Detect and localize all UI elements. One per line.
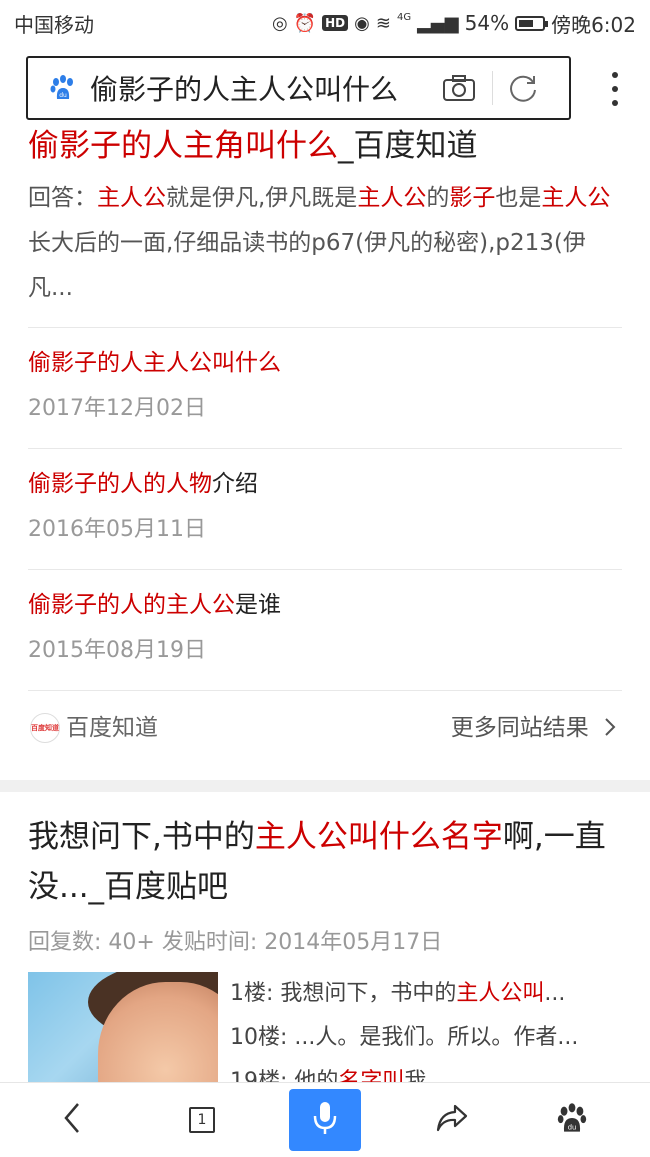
highlight-text: 影子 <box>449 185 496 211</box>
more-site-results-label: 更多同站结果 <box>450 715 589 741</box>
highlight-text: 偷影子的人主人公叫什么 <box>28 350 281 376</box>
search-input[interactable]: 偷影子的人主人公叫什么 <box>90 68 420 108</box>
carrier-label: 中国移动 <box>14 12 94 37</box>
plain-text: 10楼: ...人。是我们。所以。作者... <box>230 1025 579 1050</box>
result-title[interactable]: 我想问下,书中的主人公叫什么名字啊,一直没..._百度贴吧 <box>28 812 622 912</box>
highlight-text: 偷影子的人主角叫什么 <box>28 128 338 164</box>
sub-result-date: 2017年12月02日 <box>28 396 206 421</box>
search-divider <box>492 71 493 105</box>
highlight-text: 主人公叫 <box>456 981 545 1006</box>
floor-item[interactable]: 1楼: 我想问下，书中的主人公叫... <box>230 972 622 1016</box>
plain-text: 也是 <box>495 185 542 211</box>
search-box[interactable]: du 偷影子的人主人公叫什么 <box>26 56 571 120</box>
more-menu-icon[interactable] <box>612 72 618 106</box>
battery-icon <box>515 15 549 31</box>
svg-text:du: du <box>568 1123 577 1131</box>
plain-text: 的 <box>426 185 450 211</box>
hd-icon: HD <box>322 15 349 31</box>
baidu-home-button[interactable]: du <box>540 1083 604 1157</box>
search-result-zhidao: 偷影子的人主角叫什么_百度知道 回答：主人公就是伊凡,伊凡既是主人公的影子也是主… <box>28 120 622 765</box>
baidu-paw-icon: du <box>555 1101 589 1139</box>
signal-icon: ▂▄▆ <box>417 12 459 34</box>
sub-result-title[interactable]: 偷影子的人主人公叫什么 <box>28 344 281 382</box>
microphone-icon <box>312 1100 338 1140</box>
back-button[interactable] <box>40 1083 104 1157</box>
share-icon <box>435 1103 469 1137</box>
wifi-icon: ≋ <box>375 12 391 34</box>
plain-text: 是谁 <box>235 592 281 618</box>
sub-result-title[interactable]: 偷影子的人的人物介绍 <box>28 465 258 503</box>
site-name: 百度知道 <box>66 715 158 741</box>
plain-text: 回答： <box>28 185 97 211</box>
voice-search-button[interactable] <box>289 1089 361 1151</box>
plain-text: 我想问下,书中的 <box>28 819 255 855</box>
plain-text: 介绍 <box>212 471 258 497</box>
plain-text: 1楼: 我想问下，书中的 <box>230 981 457 1006</box>
search-result-tieba: 我想问下,书中的主人公叫什么名字啊,一直没..._百度贴吧 回复数: 40+ 发… <box>28 812 622 1112</box>
highlight-text: 主人公叫什么名字 <box>254 819 503 855</box>
back-icon <box>62 1102 82 1138</box>
status-bar: 中国移动 ◎ ⏰ HD ◉ ≋ 4G ▂▄▆ 54% 傍晚6:02 <box>0 0 650 46</box>
highlight-text: 偷影子的人的人物 <box>28 471 212 497</box>
floor-item[interactable]: 10楼: ...人。是我们。所以。作者... <box>230 1016 622 1060</box>
battery-percent: 54% <box>464 11 510 35</box>
plain-text: ... <box>544 981 566 1006</box>
share-button[interactable] <box>420 1083 484 1157</box>
tabs-icon: 1 <box>189 1107 215 1133</box>
sub-result-item[interactable]: 偷影子的人主人公叫什么 2017年12月02日 <box>28 327 622 448</box>
tabs-button[interactable]: 1 <box>170 1083 234 1157</box>
highlight-text: 偷影子的人的主人公 <box>28 592 235 618</box>
baidu-logo-icon: du <box>46 71 80 105</box>
source-row: 百度知道 百度知道 更多同站结果 <box>28 690 622 765</box>
section-divider <box>0 780 650 792</box>
highlight-text: 主人公 <box>541 185 611 211</box>
eye-icon: ◉ <box>354 12 370 34</box>
result-meta: 回复数: 40+ 发贴时间: 2014年05月17日 <box>28 930 443 955</box>
sub-result-date: 2015年08月19日 <box>28 638 206 663</box>
zhidao-logo: 百度知道 <box>30 713 60 743</box>
highlight-text: 主人公 <box>357 185 427 211</box>
result-abstract: 回答：主人公就是伊凡,伊凡既是主人公的影子也是主人公长大后的一面,仔细品读书的p… <box>28 176 622 311</box>
plain-text: 就是伊凡,伊凡既是 <box>166 185 358 211</box>
highlight-text: 主人公 <box>97 185 166 211</box>
plain-text: _百度知道 <box>338 128 478 164</box>
hd-call-icon: ◎ <box>272 12 288 34</box>
refresh-icon[interactable] <box>507 72 539 104</box>
sub-result-date: 2016年05月11日 <box>28 517 206 542</box>
camera-icon[interactable] <box>442 74 476 102</box>
sub-result-title[interactable]: 偷影子的人的主人公是谁 <box>28 586 281 624</box>
result-title[interactable]: 偷影子的人主角叫什么_百度知道 <box>28 120 622 172</box>
alarm-icon: ⏰ <box>293 12 317 34</box>
clock: 傍晚6:02 <box>551 12 636 37</box>
sub-result-item[interactable]: 偷影子的人的人物介绍 2016年05月11日 <box>28 448 622 569</box>
bottom-nav: 1 du <box>0 1082 650 1157</box>
sub-result-item[interactable]: 偷影子的人的主人公是谁 2015年08月19日 <box>28 569 622 690</box>
network-type: 4G <box>396 11 412 23</box>
sub-results: 偷影子的人主人公叫什么 2017年12月02日 偷影子的人的人物介绍 2016年05月… <box>28 327 622 690</box>
more-site-results-link[interactable]: 更多同站结果 <box>451 709 616 747</box>
chevron-right-icon <box>604 715 616 741</box>
svg-text:du: du <box>59 92 67 99</box>
status-icons: ◎ ⏰ HD ◉ ≋ 4G ▂▄▆ 54% 傍晚6:02 <box>272 9 636 38</box>
plain-text: 长大后的一面,仔细品读书的p67(伊凡的秘密),p213(伊凡... <box>28 230 586 301</box>
top-search-bar: du 偷影子的人主人公叫什么 <box>0 46 650 130</box>
